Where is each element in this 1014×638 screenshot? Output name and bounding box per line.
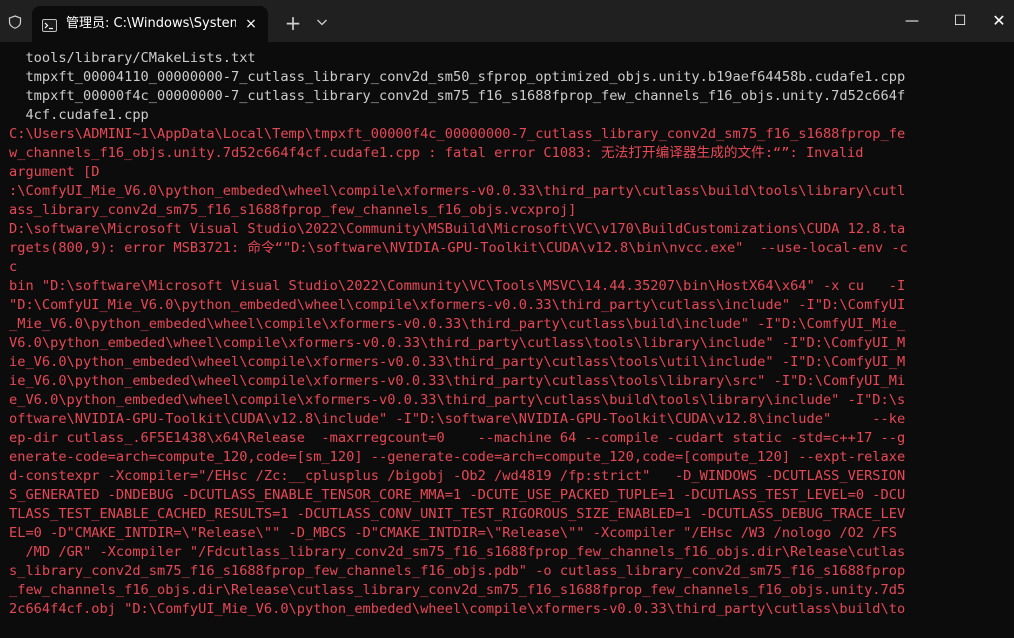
chevron-down-icon[interactable]	[314, 14, 330, 30]
error-line: ie_V6.0\python_embeded\wheel\compile\xfo…	[9, 354, 906, 370]
error-line: s_library_conv2d_sm75_f16_s1688fprop_few…	[9, 563, 906, 579]
error-line: _Mie_V6.0\python_embeded\wheel\compile\x…	[9, 316, 906, 332]
console-line: tools/library/CMakeLists.txt	[9, 50, 256, 66]
console-output[interactable]: tools/library/CMakeLists.txt tmpxft_0000…	[9, 49, 1009, 638]
error-line: "D:\ComfyUI_Mie_V6.0\python_embeded\whee…	[9, 297, 906, 313]
console-line: tmpxft_00000f4c_00000000-7_cutlass_libra…	[9, 88, 906, 104]
error-line: 2c664f4cf.obj "D:\ComfyUI_Mie_V6.0\pytho…	[9, 601, 906, 617]
error-line	[9, 619, 1009, 638]
error-line: :\ComfyUI_Mie_V6.0\python_embeded\wheel\…	[9, 183, 906, 199]
error-line: ass_library_conv2d_sm75_f16_s1688fprop_f…	[9, 202, 577, 218]
close-window-button[interactable]: ✕	[976, 0, 1014, 42]
error-line: rgets(800,9): error MSB3721: 命令“"D:\soft…	[9, 240, 908, 256]
error-line: /MD /GR" -Xcompiler "/Fdcutlass_library_…	[9, 544, 906, 560]
error-line: V6.0\python_embeded\wheel\compile\xforme…	[9, 335, 906, 351]
error-line: C:\Users\ADMINI~1\AppData\Local\Temp\tmp…	[9, 126, 906, 142]
error-line: enerate-code=arch=compute_120,code=[sm_1…	[9, 449, 906, 465]
console-line: 4cf.cudafe1.cpp	[9, 107, 149, 123]
error-line: oftware\NVIDIA-GPU-Toolkit\CUDA\v12.8\in…	[9, 411, 906, 427]
error-line: TLASS_TEST_ENABLE_CACHED_RESULTS=1 -DCUT…	[9, 506, 906, 522]
error-line: argument [D	[9, 164, 100, 180]
error-line: EL=0 -D"CMAKE_INTDIR=\"Release\"" -D_MBC…	[9, 525, 897, 541]
console-line: tmpxft_00004110_00000000-7_cutlass_libra…	[9, 69, 906, 85]
tab-admin-cmd[interactable]: 管理员: C:\Windows\System32 ×	[32, 6, 268, 42]
error-line: c	[9, 259, 18, 275]
minimize-button[interactable]: —	[889, 0, 935, 42]
title-bar: 管理员: C:\Windows\System32 × + — ☐ ✕	[0, 0, 1014, 42]
tab-title: 管理员: C:\Windows\System32	[66, 16, 236, 31]
error-line: d-constexpr -Xcompiler="/EHsc /Zc:__cplu…	[9, 468, 906, 484]
error-line: w_channels_f16_objs.unity.7d52c664f4cf.c…	[9, 145, 864, 161]
tab-close-button[interactable]: ×	[242, 15, 260, 33]
new-tab-button[interactable]: +	[282, 12, 304, 34]
error-line: _few_channels_f16_objs.dir\Release\cutla…	[9, 582, 906, 598]
error-line: bin "D:\software\Microsoft Visual Studio…	[9, 278, 906, 294]
shield-icon[interactable]	[8, 14, 22, 29]
error-line: ep-dir cutlass_.6F5E1438\x64\Release -ma…	[9, 430, 906, 446]
error-line: S_GENERATED -DNDEBUG -DCUTLASS_ENABLE_TE…	[9, 487, 906, 503]
error-line: ie_V6.0\python_embeded\wheel\compile\xfo…	[9, 373, 906, 389]
error-line: e_V6.0\python_embeded\wheel\compile\xfor…	[9, 392, 906, 408]
error-line: D:\software\Microsoft Visual Studio\2022…	[9, 221, 906, 237]
terminal-icon	[42, 17, 57, 32]
